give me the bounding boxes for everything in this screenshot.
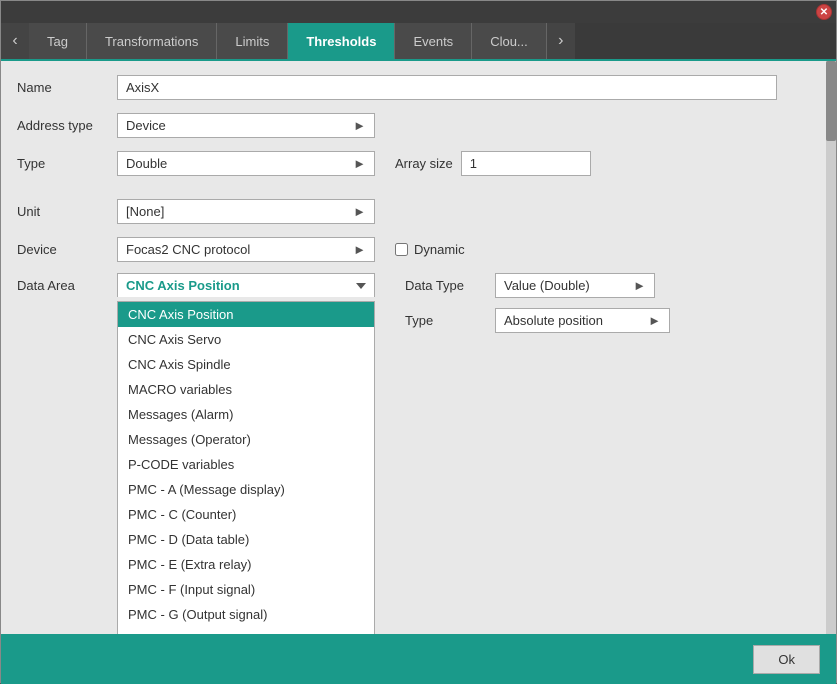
- dropdown-item-pmc-k[interactable]: PMC - K (Keep relay): [118, 627, 374, 634]
- dynamic-label: Dynamic: [414, 242, 465, 257]
- data-area-trigger[interactable]: CNC Axis Position: [117, 273, 375, 297]
- name-label: Name: [17, 80, 117, 95]
- bottom-bar: Ok: [1, 634, 836, 684]
- type2-label: Type: [405, 313, 485, 328]
- dropdown-item-messages-alarm[interactable]: Messages (Alarm): [118, 402, 374, 427]
- type-row: Type Double ► Array size: [17, 149, 820, 177]
- dropdown-item-p-code-variables[interactable]: P-CODE variables: [118, 452, 374, 477]
- data-type-arrow: ►: [633, 278, 646, 293]
- dropdown-item-messages-operator[interactable]: Messages (Operator): [118, 427, 374, 452]
- address-type-label: Address type: [17, 118, 117, 133]
- dropdown-item-pmc-f[interactable]: PMC - F (Input signal): [118, 577, 374, 602]
- data-area-dropdown-list: CNC Axis Position CNC Axis Servo CNC Axi…: [117, 301, 375, 634]
- tab-events[interactable]: Events: [395, 23, 472, 59]
- data-area-dropdown-container: CNC Axis Position CNC Axis Position CNC …: [117, 273, 375, 297]
- title-bar: ✕: [1, 1, 836, 23]
- tabs-row: ‹ Tag Transformations Limits Thresholds …: [1, 23, 836, 61]
- type-select[interactable]: Double ►: [117, 151, 375, 176]
- unit-label: Unit: [17, 204, 117, 219]
- type-arrow: ►: [353, 156, 366, 171]
- data-type-label: Data Type: [405, 278, 485, 293]
- dropdown-item-pmc-a[interactable]: PMC - A (Message display): [118, 477, 374, 502]
- dropdown-item-macro-variables[interactable]: MACRO variables: [118, 377, 374, 402]
- scrollbar-track[interactable]: [826, 61, 836, 634]
- dynamic-checkbox[interactable]: [395, 243, 408, 256]
- device-arrow: ►: [353, 242, 366, 257]
- address-type-arrow: ►: [353, 118, 366, 133]
- data-type-row: Data Type Value (Double) ►: [405, 273, 670, 298]
- dropdown-item-cnc-axis-servo[interactable]: CNC Axis Servo: [118, 327, 374, 352]
- device-select[interactable]: Focas2 CNC protocol ►: [117, 237, 375, 262]
- address-type-select[interactable]: Device ►: [117, 113, 375, 138]
- tab-tag[interactable]: Tag: [29, 23, 87, 59]
- device-row: Device Focas2 CNC protocol ► Dynamic: [17, 235, 820, 263]
- dropdown-item-pmc-c[interactable]: PMC - C (Counter): [118, 502, 374, 527]
- dropdown-item-pmc-g[interactable]: PMC - G (Output signal): [118, 602, 374, 627]
- type2-select[interactable]: Absolute position ►: [495, 308, 670, 333]
- scrollbar-thumb[interactable]: [826, 61, 836, 141]
- tab-next-arrow[interactable]: ›: [547, 23, 575, 59]
- main-window: ✕ ‹ Tag Transformations Limits Threshold…: [0, 0, 837, 683]
- unit-arrow: ►: [353, 204, 366, 219]
- tab-limits[interactable]: Limits: [217, 23, 288, 59]
- dropdown-item-pmc-d[interactable]: PMC - D (Data table): [118, 527, 374, 552]
- tab-cloud[interactable]: Clou...: [472, 23, 547, 59]
- name-row: Name: [17, 73, 820, 101]
- content-area: Name Address type Device ► Type Double ►…: [1, 61, 836, 634]
- type-label: Type: [17, 156, 117, 171]
- dropdown-item-cnc-axis-spindle[interactable]: CNC Axis Spindle: [118, 352, 374, 377]
- tab-thresholds[interactable]: Thresholds: [288, 23, 395, 59]
- ok-button[interactable]: Ok: [753, 645, 820, 674]
- device-label: Device: [17, 242, 117, 257]
- type2-row: Type Absolute position ►: [405, 308, 670, 333]
- data-type-select[interactable]: Value (Double) ►: [495, 273, 655, 298]
- close-button[interactable]: ✕: [816, 4, 832, 20]
- name-input[interactable]: [117, 75, 777, 100]
- data-area-arrow: [356, 283, 366, 289]
- dropdown-item-pmc-e[interactable]: PMC - E (Extra relay): [118, 552, 374, 577]
- type2-arrow: ►: [648, 313, 661, 328]
- data-area-row: Data Area CNC Axis Position CNC Axis Pos…: [17, 273, 820, 333]
- data-area-left: Data Area CNC Axis Position CNC Axis Pos…: [17, 273, 375, 297]
- unit-select[interactable]: [None] ►: [117, 199, 375, 224]
- dropdown-item-cnc-axis-position[interactable]: CNC Axis Position: [118, 302, 374, 327]
- array-size-label: Array size: [395, 156, 453, 171]
- array-size-input[interactable]: [461, 151, 591, 176]
- unit-row: Unit [None] ►: [17, 197, 820, 225]
- address-type-row: Address type Device ►: [17, 111, 820, 139]
- data-area-label: Data Area: [17, 273, 117, 293]
- tab-prev-arrow[interactable]: ‹: [1, 23, 29, 59]
- tab-transformations[interactable]: Transformations: [87, 23, 217, 59]
- right-section: Data Type Value (Double) ► Type Absolute…: [405, 273, 670, 333]
